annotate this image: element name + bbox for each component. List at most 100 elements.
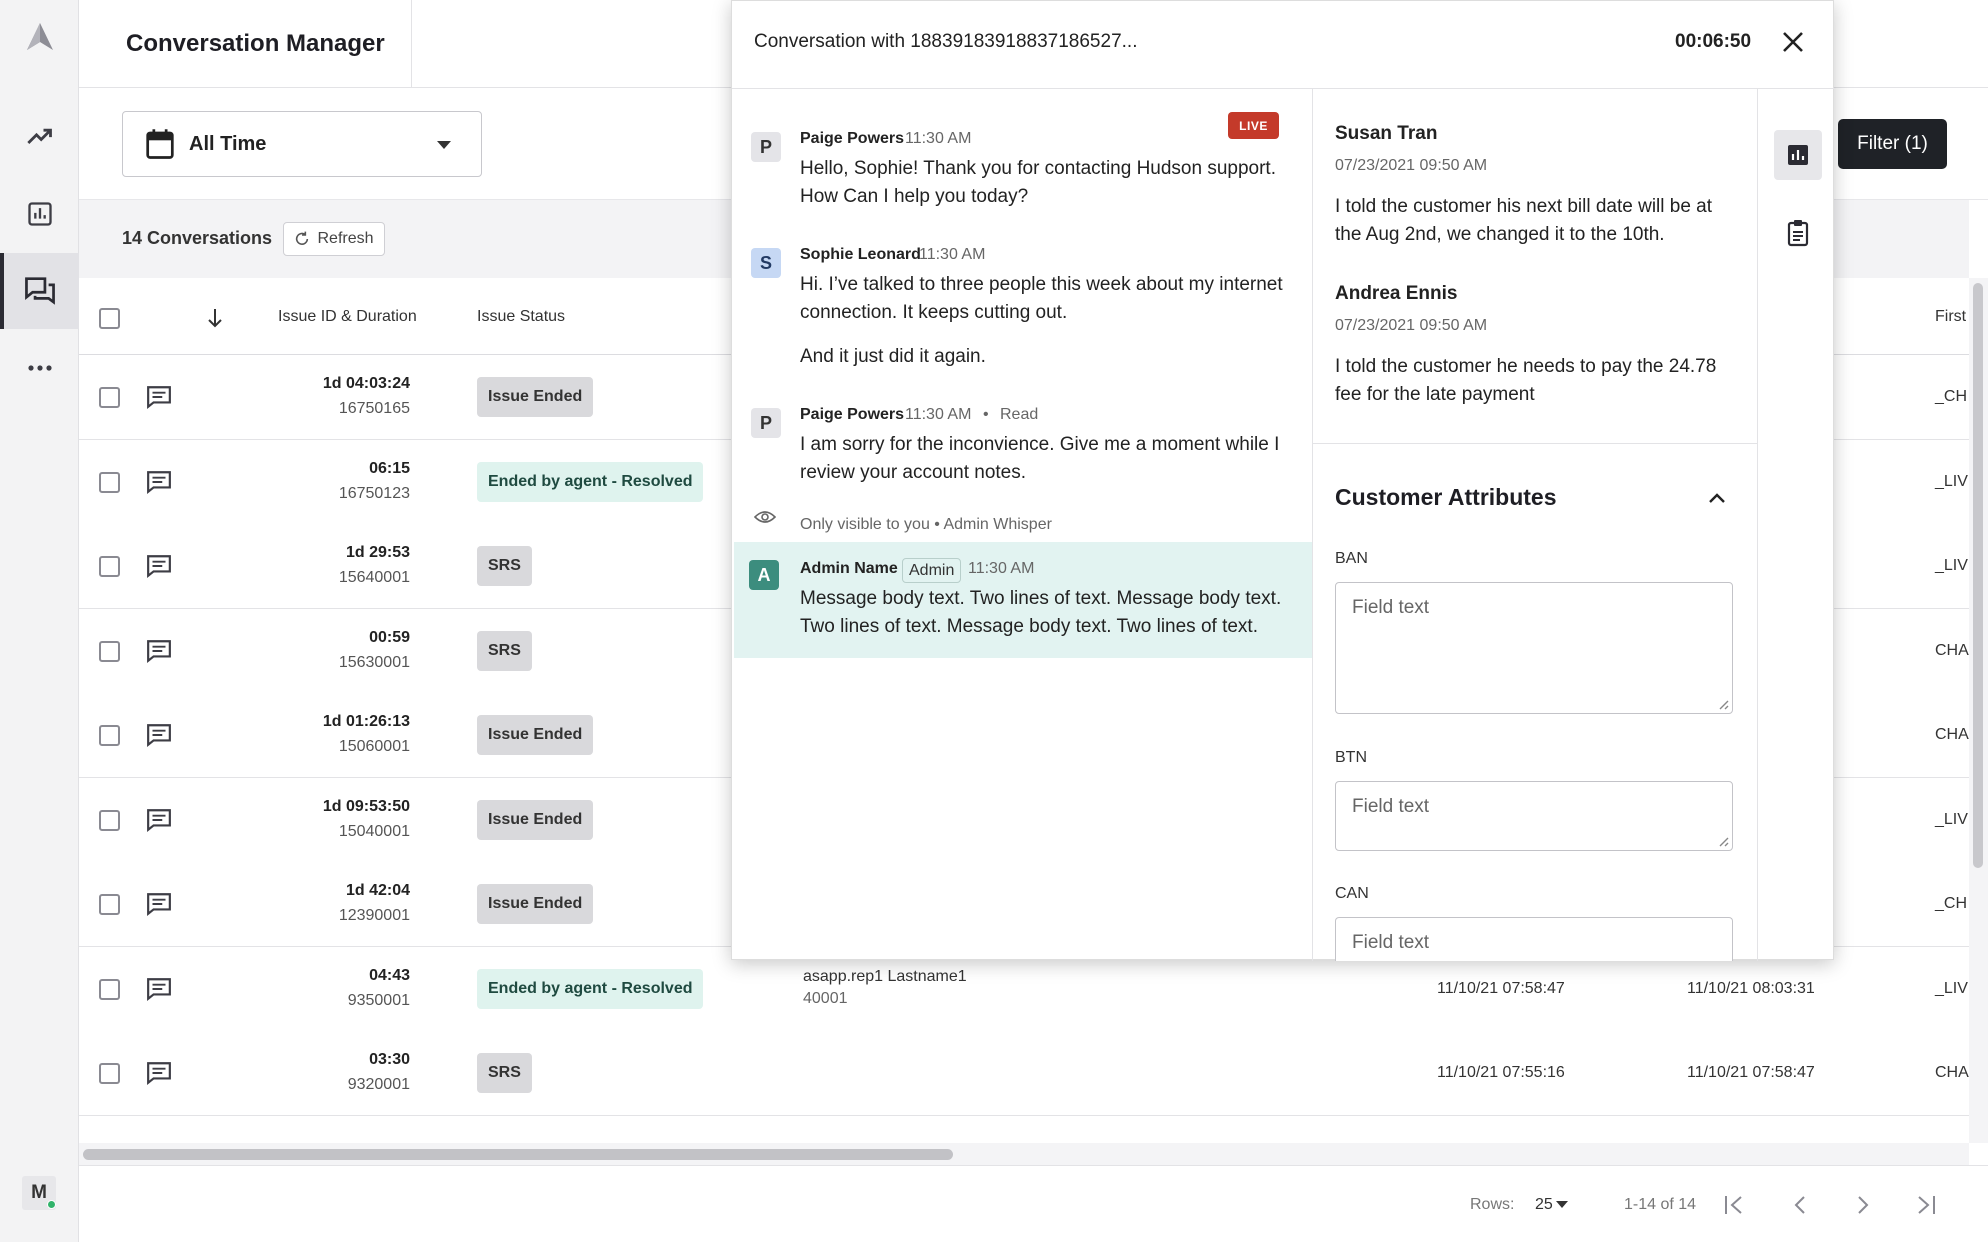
more-icon[interactable] xyxy=(0,330,79,406)
status-badge: Ended by agent - Resolved xyxy=(477,461,704,502)
avatar: P xyxy=(751,132,781,162)
conversation-icon[interactable] xyxy=(146,723,172,752)
first-cell: _LIV xyxy=(1935,472,1968,490)
analytics-icon[interactable] xyxy=(1774,130,1822,180)
field-placeholder: Field text xyxy=(1352,932,1430,953)
close-icon[interactable] xyxy=(1780,29,1806,55)
eye-icon xyxy=(754,511,776,523)
issue-id[interactable]: 15040001 xyxy=(210,823,410,841)
message-sender: Sophie Leonard xyxy=(800,246,921,263)
refresh-button[interactable]: Refresh xyxy=(283,222,385,256)
issue-id[interactable]: 12390001 xyxy=(210,907,410,925)
row-checkbox[interactable] xyxy=(99,387,120,408)
first-page-icon[interactable] xyxy=(1721,1194,1747,1216)
last-page-icon[interactable] xyxy=(1913,1194,1939,1216)
conversation-icon[interactable] xyxy=(146,554,172,583)
previous-page-icon[interactable] xyxy=(1789,1194,1811,1216)
conversation-icon[interactable] xyxy=(146,808,172,837)
scroll-thumb[interactable] xyxy=(83,1149,953,1160)
column-issue-id-duration[interactable]: Issue ID & Duration xyxy=(278,308,417,326)
attribute-label: CAN xyxy=(1335,885,1369,902)
conversation-icon[interactable] xyxy=(146,385,172,414)
conversation-icon[interactable] xyxy=(146,977,172,1006)
conversation-title: Conversation with 18839183918837186527..… xyxy=(754,31,1138,52)
issue-id[interactable]: 9350001 xyxy=(210,992,410,1010)
issue-id[interactable]: 15630001 xyxy=(210,654,410,672)
admin-tag: Admin xyxy=(902,558,962,583)
status-badge: Issue Ended xyxy=(477,799,594,840)
row-checkbox[interactable] xyxy=(99,725,120,746)
conversation-icon[interactable] xyxy=(146,1061,172,1090)
row-checkbox[interactable] xyxy=(99,640,120,662)
note-text: I told the customer he needs to pay the … xyxy=(1335,356,1717,405)
resize-handle-icon[interactable] xyxy=(1715,833,1729,847)
scroll-thumb[interactable] xyxy=(1973,283,1983,868)
customer-attributes-title: Customer Attributes xyxy=(1335,484,1557,510)
avatar: P xyxy=(751,408,781,438)
time-range-select[interactable]: All Time xyxy=(122,111,482,177)
status-badge: SRS xyxy=(477,630,532,671)
duration: 04:43 xyxy=(369,966,410,984)
row-checkbox[interactable] xyxy=(99,894,120,915)
duration: 00:59 xyxy=(369,628,410,646)
note-author: Andrea Ennis xyxy=(1335,283,1458,304)
issue-id[interactable]: 16750165 xyxy=(210,400,410,418)
pagination-footer: Rows: 25 1-14 of 14 xyxy=(79,1165,1988,1242)
conversations-icon[interactable] xyxy=(0,253,79,329)
status-badge: Issue Ended xyxy=(477,715,594,755)
read-receipt: Read xyxy=(1000,406,1039,423)
conversation-icon[interactable] xyxy=(146,892,172,921)
issue-id[interactable]: 15640001 xyxy=(210,569,410,587)
row-checkbox[interactable] xyxy=(99,978,120,1000)
next-page-icon[interactable] xyxy=(1852,1194,1874,1216)
agent-name: asapp.rep1 Lastname1 xyxy=(803,967,967,985)
attribute-label: BAN xyxy=(1335,550,1368,567)
issue-id[interactable]: 16750123 xyxy=(210,485,410,503)
rows-per-page-select[interactable]: 25 xyxy=(1535,1196,1568,1214)
column-first[interactable]: First xyxy=(1935,308,1966,326)
btn-field[interactable]: Field text xyxy=(1335,781,1733,851)
logo-icon xyxy=(0,0,79,76)
row-checkbox[interactable] xyxy=(99,1063,120,1084)
vertical-scrollbar[interactable] xyxy=(1969,278,1988,1143)
start-time: 11/10/21 07:55:16 xyxy=(1437,1064,1565,1081)
first-cell: CHA xyxy=(1935,1064,1969,1081)
note-date: 07/23/2021 09:50 AM xyxy=(1335,317,1488,334)
resize-handle-icon[interactable] xyxy=(1715,696,1729,710)
issue-id[interactable]: 9320001 xyxy=(210,1076,410,1094)
table-row[interactable]: 03:30 9320001 SRS 11/10/21 07:55:16 11/10/21… xyxy=(79,1031,1969,1116)
row-checkbox[interactable] xyxy=(99,809,120,831)
bar-chart-icon[interactable] xyxy=(0,176,79,252)
duration: 1d 04:03:24 xyxy=(322,375,410,392)
first-cell: CHA xyxy=(1935,641,1969,659)
select-all-checkbox[interactable] xyxy=(99,308,120,329)
page-title: Conversation Manager xyxy=(126,30,385,57)
note-text: I told the customer his next bill date w… xyxy=(1335,196,1713,245)
whisper-note: Only visible to you • Admin Whisper xyxy=(800,516,1052,533)
horizontal-scrollbar[interactable] xyxy=(79,1143,1969,1165)
avatar: S xyxy=(751,248,781,278)
ban-field[interactable]: Field text xyxy=(1335,582,1733,714)
chat-transcript: LIVE P Paige Powers 11:30 AM Hello, Soph… xyxy=(732,89,1313,961)
row-checkbox[interactable] xyxy=(99,471,120,493)
duration: 1d 29:53 xyxy=(345,544,410,561)
note-author: Susan Tran xyxy=(1335,123,1438,144)
filter-button[interactable]: Filter (1) xyxy=(1838,119,1947,169)
live-badge: LIVE xyxy=(1228,112,1279,139)
status-badge: SRS xyxy=(477,1053,532,1093)
sort-arrow-icon[interactable] xyxy=(207,308,223,328)
chevron-up-icon[interactable] xyxy=(1706,487,1728,509)
issue-id[interactable]: 15060001 xyxy=(210,738,410,756)
first-cell: _CH xyxy=(1935,895,1968,912)
dot-separator: • xyxy=(983,406,989,423)
message-time: 11:30 AM xyxy=(905,130,972,147)
column-issue-status[interactable]: Issue Status xyxy=(477,308,565,326)
conversation-icon[interactable] xyxy=(146,470,172,499)
clipboard-icon[interactable] xyxy=(1774,208,1822,258)
row-checkbox[interactable] xyxy=(99,556,120,577)
conversation-icon[interactable] xyxy=(146,639,172,668)
can-field[interactable]: Field text xyxy=(1335,917,1733,961)
trending-icon[interactable] xyxy=(0,98,79,174)
message-time: 11:30 AM xyxy=(919,246,986,263)
attribute-label: BTN xyxy=(1335,749,1367,766)
